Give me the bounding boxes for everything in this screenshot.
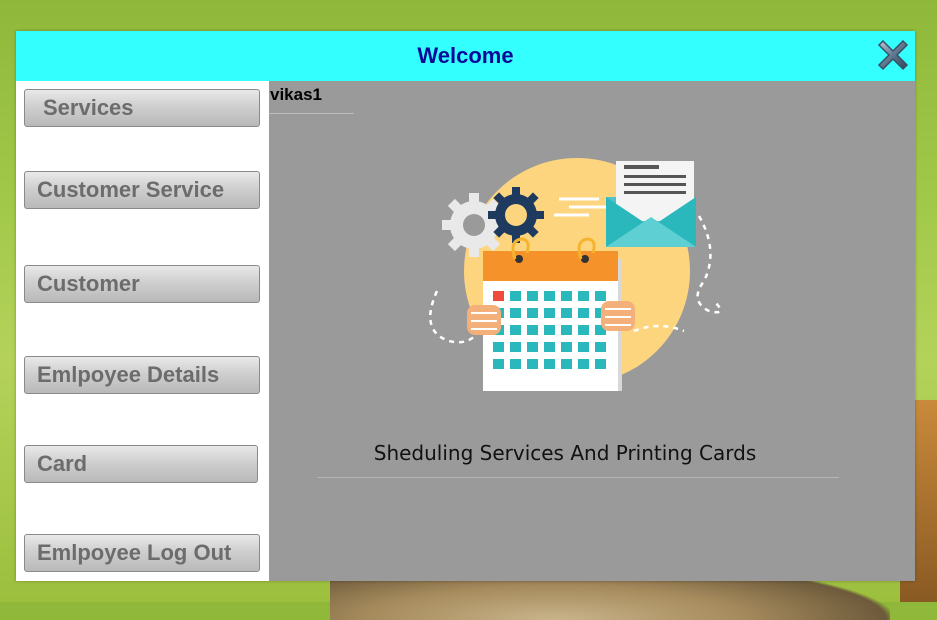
employee-logout-button[interactable]: Emlpoyee Log Out: [24, 534, 260, 572]
employee-logout-label: Emlpoyee Log Out: [37, 540, 232, 565]
main-panel: vikas1 Sheduling Services And Printing C…: [269, 81, 915, 581]
customer-service-button[interactable]: Customer Service: [24, 171, 260, 209]
username-divider: [269, 113, 354, 114]
customer-label: Customer: [37, 271, 140, 296]
services-button[interactable]: Services: [24, 89, 260, 127]
customer-service-label: Customer Service: [37, 177, 225, 202]
sidebar: Services Customer Service Customer Emlpo…: [16, 81, 269, 581]
title-bar: Welcome: [16, 31, 915, 81]
customer-button[interactable]: Customer: [24, 265, 260, 303]
card-button[interactable]: Card: [24, 445, 258, 483]
employee-details-button[interactable]: Emlpoyee Details: [24, 356, 260, 394]
username-label: vikas1: [270, 85, 322, 104]
schedule-illustration: [429, 158, 722, 391]
services-label: Services: [43, 95, 134, 120]
card-label: Card: [37, 451, 88, 476]
employee-details-label: Emlpoyee Details: [37, 362, 220, 387]
app-tagline: Sheduling Services And Printing Cards: [373, 441, 757, 465]
tagline-divider: [317, 477, 839, 478]
window-title: Welcome: [417, 43, 514, 68]
close-icon: [877, 39, 909, 71]
close-button[interactable]: [873, 35, 913, 75]
app-window: Welcome Services Customer Service Custom…: [16, 31, 915, 581]
